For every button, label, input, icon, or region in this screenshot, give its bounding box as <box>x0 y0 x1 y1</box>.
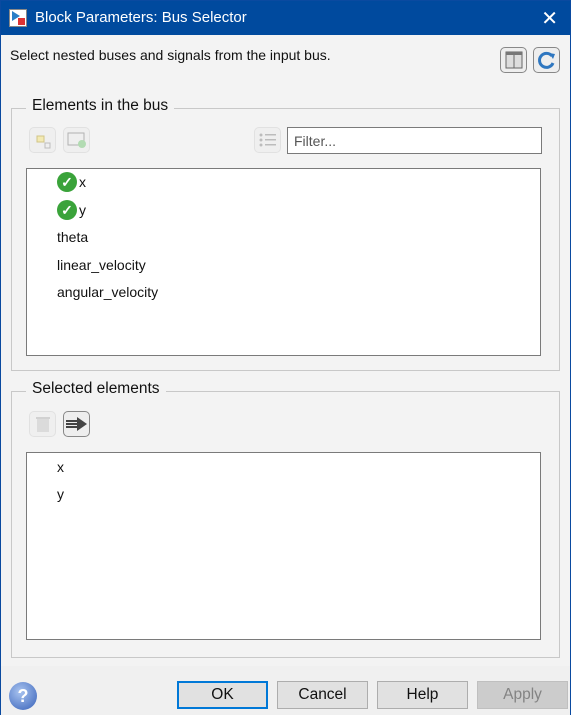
bus-elements-list[interactable]: ✓ x ✓ y theta linear_velocity angular_velo… <box>26 168 541 356</box>
item-label: x <box>79 174 86 190</box>
list-item-y[interactable]: ✓ y <box>57 200 86 220</box>
description-text: Select nested buses and signals from the… <box>10 47 331 63</box>
window-title: Block Parameters: Bus Selector <box>35 9 247 26</box>
dialog-window: Block Parameters: Bus Selector ✕ Select … <box>0 0 571 715</box>
group-legend: Elements in the bus <box>26 97 175 115</box>
select-button[interactable] <box>63 411 90 437</box>
help-icon[interactable]: ? <box>9 682 37 710</box>
trash-icon <box>35 417 50 432</box>
add-element-button[interactable] <box>63 127 90 153</box>
list-icon <box>259 133 276 147</box>
find-source-button[interactable] <box>29 127 56 153</box>
selected-item-x[interactable]: x <box>57 459 64 475</box>
selected-item-y[interactable]: y <box>57 486 64 502</box>
arrow-right-icon <box>65 417 87 431</box>
filter-input[interactable] <box>287 127 542 154</box>
add-row-icon <box>67 132 86 148</box>
list-item-angular-velocity[interactable]: angular_velocity <box>57 284 158 300</box>
find-block-icon <box>36 135 50 149</box>
group-legend: Selected elements <box>26 380 166 398</box>
list-item-linear-velocity[interactable]: linear_velocity <box>57 257 146 273</box>
check-icon: ✓ <box>57 172 77 192</box>
selected-elements-list[interactable]: x y <box>26 452 541 640</box>
item-label: y <box>79 202 86 218</box>
list-view-button[interactable] <box>254 127 281 153</box>
close-icon[interactable]: ✕ <box>541 6 558 31</box>
cancel-button[interactable]: Cancel <box>277 681 368 709</box>
layout-toggle-button[interactable] <box>500 47 527 73</box>
refresh-button[interactable] <box>533 47 560 73</box>
simulink-block-icon <box>9 9 27 27</box>
apply-button[interactable]: Apply <box>477 681 568 709</box>
check-icon: ✓ <box>57 200 77 220</box>
refresh-icon <box>537 51 555 69</box>
ok-button[interactable]: OK <box>177 681 268 709</box>
panel-layout-icon <box>505 51 522 69</box>
help-button[interactable]: Help <box>377 681 468 709</box>
list-item-theta[interactable]: theta <box>57 229 88 245</box>
remove-button[interactable] <box>29 411 56 437</box>
title-bar: Block Parameters: Bus Selector ✕ <box>1 1 570 35</box>
list-item-x[interactable]: ✓ x <box>57 172 86 192</box>
